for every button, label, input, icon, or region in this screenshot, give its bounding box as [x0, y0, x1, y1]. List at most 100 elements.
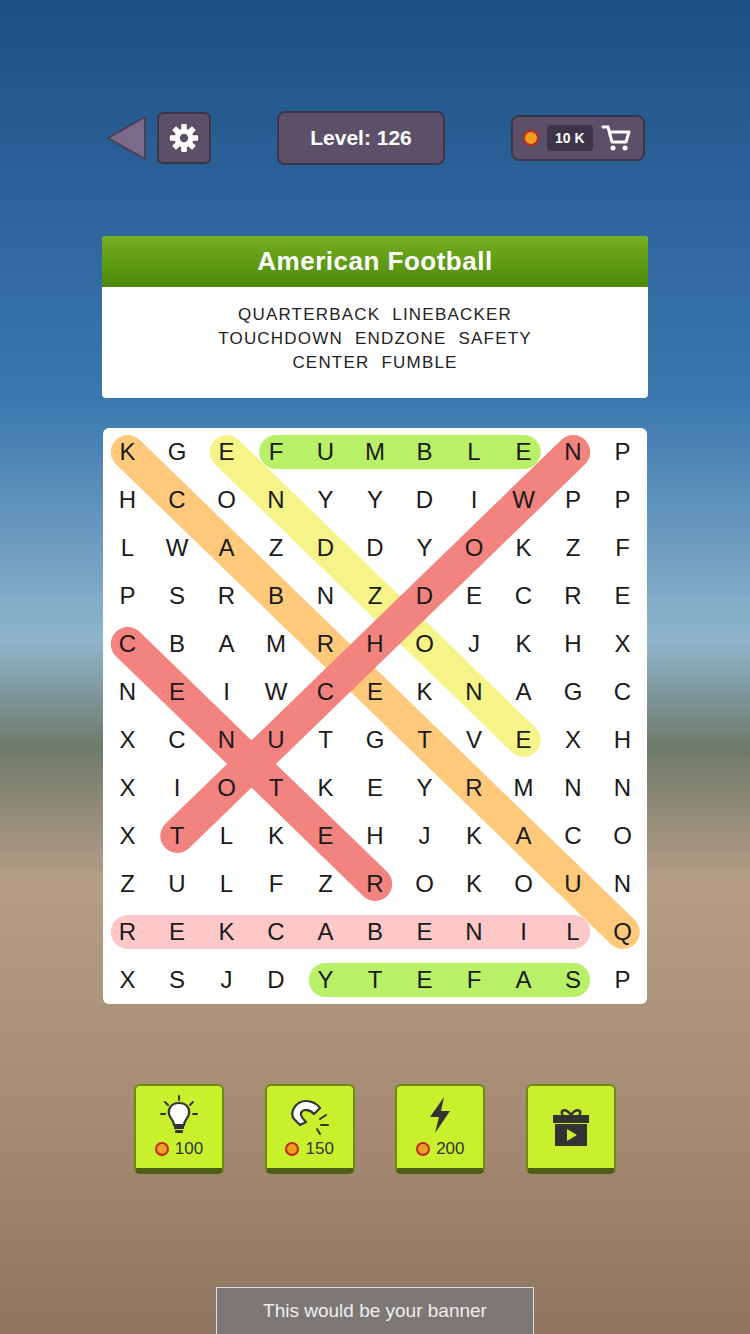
grid-letter[interactable]: C [152, 476, 202, 524]
grid-letter[interactable]: K [400, 668, 450, 716]
grid-letter[interactable]: F [251, 860, 301, 908]
grid-letter[interactable]: E [152, 668, 202, 716]
grid-letter[interactable]: R [548, 572, 598, 620]
grid-letter[interactable]: D [251, 956, 301, 1004]
grid-letter[interactable]: S [152, 956, 202, 1004]
letter-grid[interactable]: KGEFUMBLENPHCONYYDIWPPLWAZDDYOKZFPSRBNZD… [103, 428, 648, 1004]
grid-letter[interactable]: N [202, 716, 252, 764]
coin-balance[interactable]: 10 K [511, 115, 645, 161]
grid-letter[interactable]: N [103, 668, 153, 716]
grid-letter[interactable]: A [202, 620, 252, 668]
grid-letter[interactable]: N [449, 908, 499, 956]
grid-letter[interactable]: K [499, 524, 549, 572]
grid-letter[interactable]: U [548, 860, 598, 908]
grid-letter[interactable]: E [400, 956, 450, 1004]
grid-letter[interactable]: M [350, 428, 400, 476]
grid-letter[interactable]: K [301, 764, 351, 812]
grid-letter[interactable]: F [251, 428, 301, 476]
grid-letter[interactable]: U [251, 716, 301, 764]
grid-letter[interactable]: P [103, 572, 153, 620]
grid-letter[interactable]: F [598, 524, 648, 572]
grid-letter[interactable]: A [499, 956, 549, 1004]
grid-letter[interactable]: U [152, 860, 202, 908]
grid-letter[interactable]: J [449, 620, 499, 668]
grid-letter[interactable]: Z [103, 860, 153, 908]
grid-letter[interactable]: K [202, 908, 252, 956]
grid-letter[interactable]: F [449, 956, 499, 1004]
grid-letter[interactable]: E [350, 668, 400, 716]
grid-letter[interactable]: Z [548, 524, 598, 572]
grid-letter[interactable]: D [400, 476, 450, 524]
grid-letter[interactable]: N [301, 572, 351, 620]
grid-letter[interactable]: G [350, 716, 400, 764]
grid-letter[interactable]: O [598, 812, 648, 860]
grid-letter[interactable]: G [152, 428, 202, 476]
grid-letter[interactable]: J [400, 812, 450, 860]
grid-letter[interactable]: H [548, 620, 598, 668]
grid-letter[interactable]: X [103, 956, 153, 1004]
grid-letter[interactable]: W [251, 668, 301, 716]
grid-letter[interactable]: A [499, 668, 549, 716]
grid-letter[interactable]: E [350, 764, 400, 812]
grid-letter[interactable]: N [598, 764, 648, 812]
grid-letter[interactable]: Y [301, 956, 351, 1004]
ad-banner[interactable]: This would be your banner [216, 1287, 534, 1334]
grid-letter[interactable]: D [350, 524, 400, 572]
grid-letter[interactable]: Y [350, 476, 400, 524]
grid-letter[interactable]: C [548, 812, 598, 860]
grid-letter[interactable]: L [103, 524, 153, 572]
grid-letter[interactable]: N [449, 668, 499, 716]
grid-letter[interactable]: G [548, 668, 598, 716]
grid-letter[interactable]: E [202, 428, 252, 476]
grid-letter[interactable]: E [400, 908, 450, 956]
grid-letter[interactable]: R [103, 908, 153, 956]
grid-letter[interactable]: Y [400, 764, 450, 812]
grid-letter[interactable]: W [499, 476, 549, 524]
grid-letter[interactable]: O [202, 764, 252, 812]
grid-letter[interactable]: B [400, 428, 450, 476]
grid-letter[interactable]: H [103, 476, 153, 524]
grid-letter[interactable]: L [548, 908, 598, 956]
grid-letter[interactable]: X [103, 812, 153, 860]
grid-letter[interactable]: B [251, 572, 301, 620]
grid-letter[interactable]: L [202, 812, 252, 860]
grid-letter[interactable]: X [548, 716, 598, 764]
grid-letter[interactable]: U [301, 428, 351, 476]
grid-letter[interactable]: N [548, 428, 598, 476]
grid-letter[interactable]: H [598, 716, 648, 764]
grid-letter[interactable]: R [202, 572, 252, 620]
grid-letter[interactable]: K [449, 812, 499, 860]
grid-letter[interactable]: R [350, 860, 400, 908]
grid-letter[interactable]: C [499, 572, 549, 620]
back-arrow-icon[interactable] [105, 115, 147, 161]
grid-letter[interactable]: O [400, 860, 450, 908]
grid-letter[interactable]: C [103, 620, 153, 668]
grid-letter[interactable]: Z [251, 524, 301, 572]
grid-letter[interactable]: L [449, 428, 499, 476]
grid-letter[interactable]: M [499, 764, 549, 812]
grid-letter[interactable]: C [152, 716, 202, 764]
grid-letter[interactable]: E [301, 812, 351, 860]
grid-letter[interactable]: T [301, 716, 351, 764]
grid-letter[interactable]: K [103, 428, 153, 476]
grid-letter[interactable]: Q [598, 908, 648, 956]
grid-letter[interactable]: P [548, 476, 598, 524]
grid-letter[interactable]: T [350, 956, 400, 1004]
grid-letter[interactable]: J [202, 956, 252, 1004]
grid-letter[interactable]: O [202, 476, 252, 524]
grid-letter[interactable]: A [301, 908, 351, 956]
grid-letter[interactable]: D [400, 572, 450, 620]
grid-letter[interactable]: B [152, 620, 202, 668]
grid-letter[interactable]: I [449, 476, 499, 524]
grid-letter[interactable]: H [350, 620, 400, 668]
grid-letter[interactable]: K [499, 620, 549, 668]
grid-letter[interactable]: O [400, 620, 450, 668]
grid-letter[interactable]: X [103, 764, 153, 812]
grid-letter[interactable]: E [152, 908, 202, 956]
grid-letter[interactable]: R [301, 620, 351, 668]
grid-letter[interactable]: P [598, 476, 648, 524]
grid-letter[interactable]: W [152, 524, 202, 572]
grid-letter[interactable]: Y [400, 524, 450, 572]
grid-letter[interactable]: Z [350, 572, 400, 620]
grid-letter[interactable]: T [152, 812, 202, 860]
